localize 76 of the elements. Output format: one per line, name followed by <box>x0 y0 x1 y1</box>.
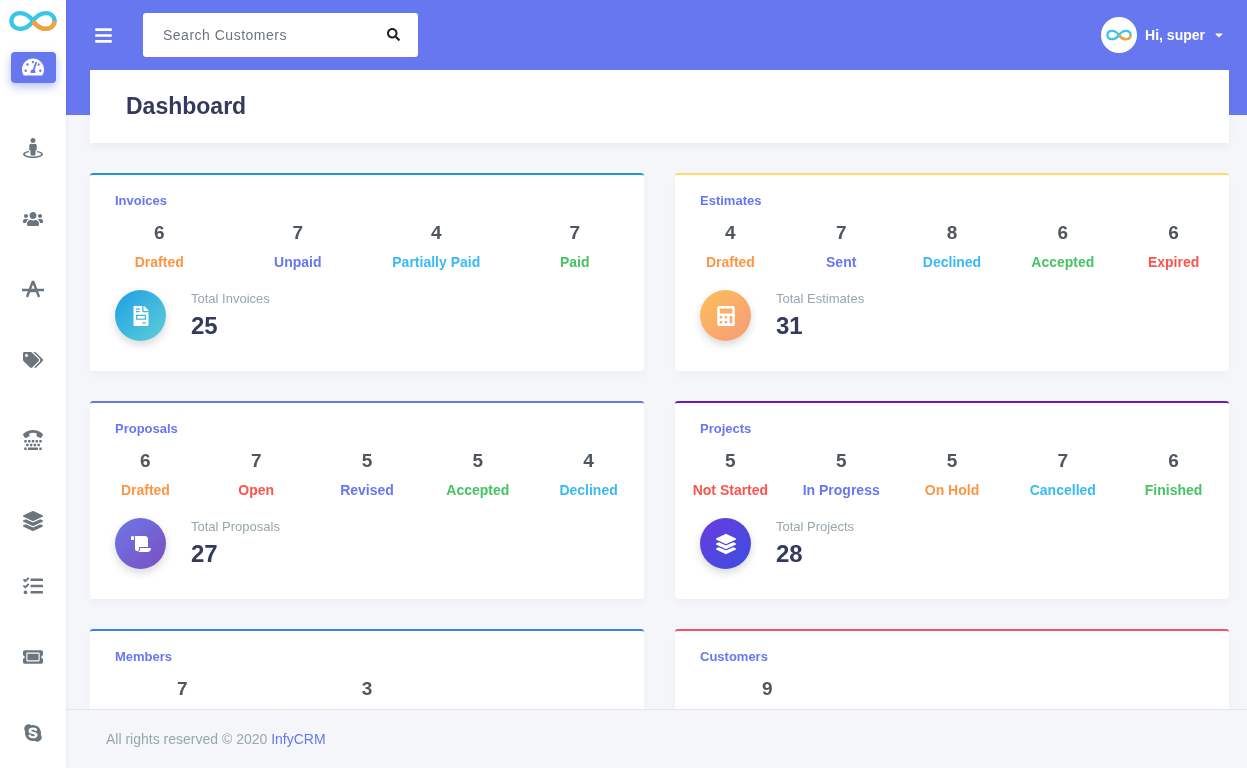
stat-count: 4 <box>725 222 736 244</box>
stat-count: 7 <box>250 450 262 472</box>
sidebar-nav-button[interactable] <box>10 52 56 83</box>
total-value: 27 <box>191 540 219 568</box>
stat-label: Finished <box>1144 482 1203 498</box>
menu-icon <box>94 25 113 45</box>
card-title: Estimates <box>699 193 763 208</box>
stat-label: Unpaid <box>274 254 322 270</box>
total-label: Total Invoices <box>191 291 270 306</box>
calculator-icon <box>715 305 736 326</box>
stat-count: 6 <box>1057 222 1069 244</box>
stat-label: Declined <box>559 482 618 498</box>
stat-label: Expired <box>1147 254 1200 270</box>
user-menu[interactable]: Hi, super <box>1101 17 1225 53</box>
scroll-icon <box>130 533 151 554</box>
stat-count: 9 <box>762 678 773 700</box>
stat-count: 5 <box>835 450 847 472</box>
person-pin-icon <box>23 138 43 158</box>
s-chat-icon <box>23 722 43 743</box>
stat-label: Not Started <box>692 482 769 498</box>
stat-label: Drafted <box>120 482 170 498</box>
stat-count: 7 <box>835 222 847 244</box>
infinity-logo <box>1105 28 1134 42</box>
layers-icon <box>715 533 736 554</box>
stat-label: On Hold <box>924 482 980 498</box>
gauge-icon <box>22 56 44 79</box>
search-field[interactable]: Search Customers <box>143 13 418 57</box>
layers-icon <box>23 510 43 531</box>
stat-label: Drafted <box>134 254 184 270</box>
stat-label: Accepted <box>1031 254 1095 270</box>
stat-count: 5 <box>472 450 484 472</box>
stat-label: Revised <box>340 482 394 498</box>
stat-label: Partially Paid <box>392 254 481 270</box>
stat-count: 8 <box>946 222 958 244</box>
stat-label: Drafted <box>705 254 755 270</box>
menu-button[interactable] <box>94 25 113 45</box>
total-value: 25 <box>191 312 219 340</box>
total-value: 31 <box>776 312 804 340</box>
stat-count: 6 <box>1168 450 1179 472</box>
tags-icon <box>23 349 43 370</box>
stat-count: 6 <box>1168 222 1179 244</box>
total-label: Total Proposals <box>191 519 280 534</box>
stat-count: 7 <box>569 222 581 244</box>
stat-count: 7 <box>1057 450 1069 472</box>
card-title: Proposals <box>114 421 179 436</box>
stat-label: Paid <box>559 254 590 270</box>
total-value: 28 <box>776 540 804 568</box>
stat-count: 5 <box>946 450 958 472</box>
checklist-icon <box>23 576 43 597</box>
stat-count: 7 <box>292 222 304 244</box>
page-title: Dashboard <box>126 93 247 120</box>
total-label: Total Estimates <box>776 291 865 306</box>
stat-count: 3 <box>361 678 373 700</box>
stat-label: Declined <box>922 254 982 270</box>
stat-count: 5 <box>361 450 373 472</box>
phone-keypad-icon <box>23 430 43 451</box>
stat-label: Sent <box>826 254 857 270</box>
stat-count: 6 <box>140 450 151 472</box>
stat-count: 7 <box>177 678 188 700</box>
stat-label: Accepted <box>446 482 510 498</box>
card-title: Invoices <box>114 193 169 208</box>
stat-label: In Progress <box>802 482 880 498</box>
stat-label: Cancelled <box>1029 482 1096 498</box>
stat-count: 4 <box>430 222 442 244</box>
card-title: Customers <box>699 649 769 664</box>
copyright-text: All rights reserved © 2020 InfyCRM <box>106 731 326 747</box>
stat-count: 6 <box>153 222 165 244</box>
card-title: Projects <box>699 421 753 436</box>
footer-link[interactable]: InfyCRM <box>271 731 326 747</box>
search-icon <box>387 28 400 41</box>
stat-count: 4 <box>583 450 594 472</box>
card-title: Members <box>114 649 174 664</box>
total-label: Total Projects <box>776 519 855 534</box>
stat-count: 5 <box>725 450 736 472</box>
stat-label: Open <box>238 482 275 498</box>
compass-letter-icon <box>21 279 45 300</box>
